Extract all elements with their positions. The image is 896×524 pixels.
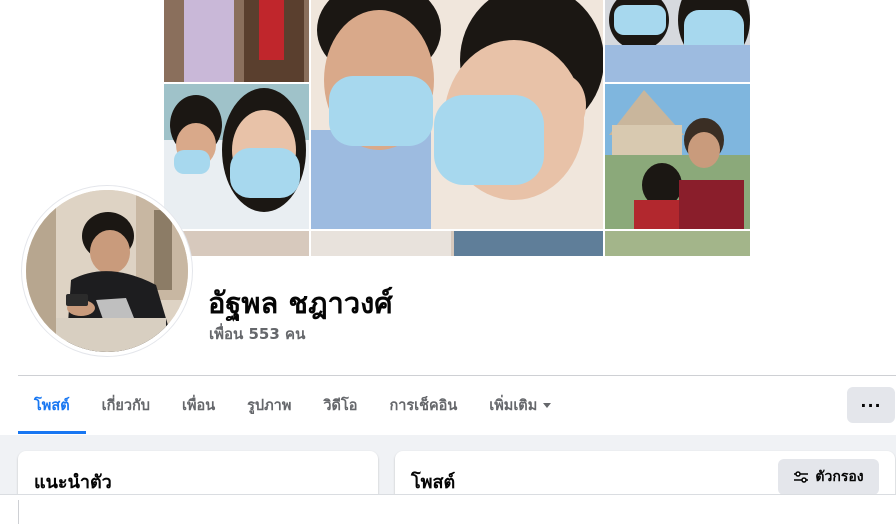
tab-about-label: เกี่ยวกับ	[101, 398, 150, 414]
tab-friends-label: เพื่อน	[181, 398, 216, 414]
posts-card-title: โพสต์	[411, 472, 456, 493]
cover-collage-image	[164, 0, 750, 256]
filter-button-label: ตัวกรอง	[815, 469, 864, 485]
bottom-bar	[0, 494, 896, 524]
profile-picture[interactable]	[22, 186, 192, 356]
tab-friends[interactable]: เพื่อน	[166, 377, 231, 434]
tab-posts-label: โพสต์	[34, 398, 70, 414]
tab-photos[interactable]: รูปภาพ	[231, 377, 307, 434]
more-options-button[interactable]: ···	[847, 387, 895, 423]
tab-photos-label: รูปภาพ	[247, 398, 292, 414]
tab-posts[interactable]: โพสต์	[18, 377, 86, 434]
tab-checkins-label: การเช็คอิน	[389, 398, 458, 414]
tab-about[interactable]: เกี่ยวกับ	[86, 377, 166, 434]
tab-videos[interactable]: วิดีโอ	[307, 377, 373, 434]
more-options-icon: ···	[860, 395, 882, 415]
tab-videos-label: วิดีโอ	[323, 398, 358, 414]
cover-photo[interactable]	[164, 0, 750, 256]
bottom-bar-edge	[18, 500, 19, 524]
profile-name: อัฐพล ชฎาวงศ์	[208, 286, 393, 320]
profile-page: อัฐพล ชฎาวงศ์ เพื่อน 553 คน โพสต์ เกี่ยว…	[0, 0, 896, 524]
tabs-divider	[18, 375, 896, 376]
intro-card-title: แนะนำตัว	[34, 472, 112, 493]
dropdown-caret-icon	[543, 403, 552, 408]
filter-button[interactable]: ตัวกรอง	[778, 459, 879, 495]
tab-more-label: เพิ่มเติม	[489, 398, 538, 414]
avatar-image	[26, 190, 188, 352]
profile-tabs: โพสต์ เกี่ยวกับ เพื่อน รูปภาพ วิดีโอ การ…	[18, 377, 567, 434]
friends-count[interactable]: เพื่อน 553 คน	[209, 322, 305, 346]
tab-checkins[interactable]: การเช็คอิน	[373, 377, 473, 434]
filter-sliders-icon	[794, 471, 809, 483]
tab-more[interactable]: เพิ่มเติม	[473, 377, 567, 434]
